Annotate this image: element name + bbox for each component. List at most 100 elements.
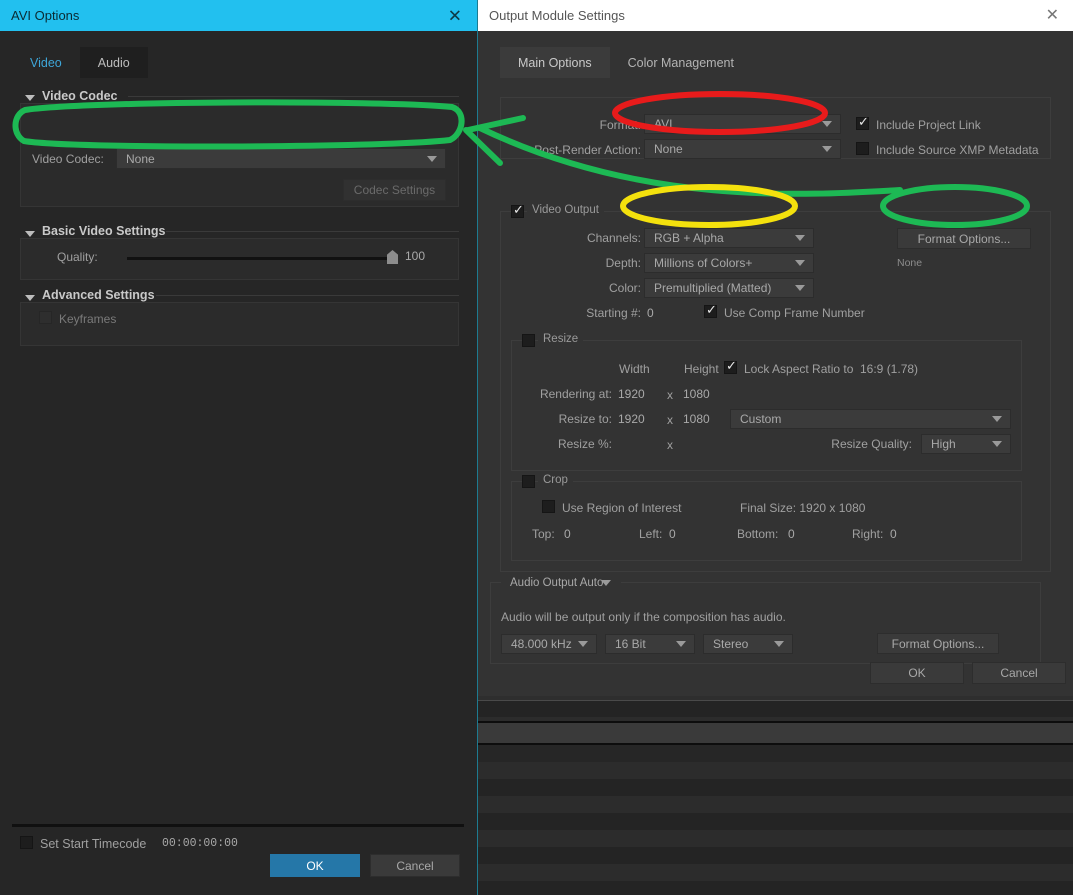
video-format-options-button[interactable]: Format Options... bbox=[897, 228, 1031, 249]
lock-aspect-ratio-checkbox[interactable] bbox=[724, 359, 737, 374]
format-dropdown[interactable]: AVI bbox=[644, 114, 841, 134]
avi-tabstrip: Video Audio bbox=[12, 47, 148, 78]
avi-title-text: AVI Options bbox=[11, 8, 80, 23]
chevron-down-icon bbox=[676, 641, 686, 647]
audio-sample-rate-dropdown[interactable]: 48.000 kHz bbox=[501, 634, 597, 654]
audio-output-mode-value: Audio Output Auto bbox=[510, 577, 604, 589]
audio-channels-value: Stereo bbox=[713, 637, 749, 651]
include-xmp-metadata-checkbox[interactable] bbox=[856, 142, 869, 155]
resize-width-header: Width bbox=[619, 362, 650, 376]
format-group: Format: AVI Post-Render Action: None Inc… bbox=[500, 97, 1051, 159]
avi-cancel-label: Cancel bbox=[396, 858, 434, 873]
crop-right-label: Right: bbox=[852, 527, 884, 541]
audio-channels-dropdown[interactable]: Stereo bbox=[703, 634, 793, 654]
crop-top-value[interactable]: 0 bbox=[564, 527, 571, 541]
video-output-checkbox[interactable] bbox=[511, 203, 524, 218]
codec-settings-button[interactable]: Codec Settings bbox=[343, 179, 446, 201]
basic-video-settings-header: Basic Video Settings bbox=[42, 224, 166, 238]
resize-quality-label: Resize Quality: bbox=[831, 437, 912, 451]
disclosure-triangle-icon[interactable] bbox=[25, 95, 35, 101]
tab-video-label: Video bbox=[30, 55, 62, 70]
rendering-width-value: 1920 bbox=[618, 387, 645, 401]
chevron-down-icon bbox=[822, 146, 832, 152]
starting-number-value[interactable]: 0 bbox=[647, 306, 654, 320]
resize-preset-dropdown[interactable]: Custom bbox=[730, 409, 1011, 429]
tab-audio[interactable]: Audio bbox=[79, 47, 148, 78]
crop-bottom-value[interactable]: 0 bbox=[788, 527, 795, 541]
chevron-down-icon bbox=[992, 441, 1002, 447]
resize-label: Resize bbox=[538, 333, 584, 345]
keyframes-label: Keyframes bbox=[59, 312, 117, 326]
use-region-of-interest-checkbox[interactable] bbox=[542, 500, 555, 513]
disclosure-triangle-icon[interactable] bbox=[25, 295, 35, 301]
section-rule bbox=[128, 96, 459, 97]
post-render-action-dropdown[interactable]: None bbox=[644, 139, 841, 159]
audio-format-options-button[interactable]: Format Options... bbox=[877, 633, 999, 654]
include-xmp-metadata-label: Include Source XMP Metadata bbox=[876, 143, 1039, 157]
lock-aspect-ratio-label: Lock Aspect Ratio to bbox=[744, 362, 854, 376]
resize-height-value[interactable]: 1080 bbox=[683, 412, 710, 426]
audio-output-mode-dropdown[interactable]: Audio Output Auto bbox=[501, 573, 621, 593]
lock-aspect-ratio-value: 16:9 (1.78) bbox=[860, 362, 919, 376]
footer-divider bbox=[12, 824, 464, 827]
set-start-timecode-checkbox[interactable] bbox=[20, 836, 33, 849]
include-project-link-checkbox[interactable] bbox=[856, 115, 869, 130]
quality-slider-track[interactable] bbox=[127, 257, 397, 260]
chevron-down-icon bbox=[795, 285, 805, 291]
video-format-options-status: None bbox=[897, 257, 923, 269]
format-label: Format: bbox=[599, 118, 641, 132]
set-start-timecode-label: Set Start Timecode bbox=[40, 837, 147, 851]
section-rule bbox=[156, 295, 459, 296]
section-rule bbox=[166, 231, 459, 232]
rendering-x-separator: x bbox=[667, 388, 673, 402]
keyframes-checkbox[interactable] bbox=[39, 311, 52, 324]
use-comp-frame-number-checkbox[interactable] bbox=[704, 303, 717, 318]
audio-bit-depth-value: 16 Bit bbox=[615, 637, 646, 651]
video-codec-section: Video Codec: None Codec Settings bbox=[20, 103, 459, 207]
start-timecode-value[interactable]: 00:00:00:00 bbox=[162, 837, 238, 850]
channels-dropdown[interactable]: RGB + Alpha bbox=[644, 228, 814, 248]
oms-tabstrip: Main Options Color Management bbox=[500, 47, 752, 78]
tab-video[interactable]: Video bbox=[12, 47, 80, 78]
avi-cancel-button[interactable]: Cancel bbox=[370, 854, 460, 877]
close-icon[interactable]: ✕ bbox=[448, 7, 462, 24]
depth-label: Depth: bbox=[605, 256, 641, 270]
crop-top-label: Top: bbox=[532, 527, 555, 541]
chevron-down-icon bbox=[992, 416, 1002, 422]
depth-dropdown[interactable]: Millions of Colors+ bbox=[644, 253, 814, 273]
chevron-down-icon bbox=[795, 260, 805, 266]
crop-left-value[interactable]: 0 bbox=[669, 527, 676, 541]
resize-width-value[interactable]: 1920 bbox=[618, 412, 645, 426]
video-codec-header: Video Codec bbox=[42, 89, 118, 103]
resize-percent-label: Resize %: bbox=[557, 437, 612, 451]
crop-right-value[interactable]: 0 bbox=[890, 527, 897, 541]
audio-bit-depth-dropdown[interactable]: 16 Bit bbox=[605, 634, 695, 654]
video-codec-dropdown[interactable]: None bbox=[116, 148, 446, 169]
use-region-of-interest-label: Use Region of Interest bbox=[562, 501, 682, 515]
resize-group: Resize Width Height Lock Aspect Ratio to… bbox=[511, 333, 1022, 471]
color-dropdown[interactable]: Premultiplied (Matted) bbox=[644, 278, 814, 298]
disclosure-triangle-icon[interactable] bbox=[25, 231, 35, 237]
quality-slider-handle[interactable] bbox=[387, 250, 398, 264]
resize-checkbox[interactable] bbox=[522, 334, 535, 347]
resize-percent-x-separator: x bbox=[667, 438, 673, 452]
resize-quality-dropdown[interactable]: High bbox=[921, 434, 1011, 454]
oms-cancel-button[interactable]: Cancel bbox=[972, 662, 1066, 684]
advanced-settings-header: Advanced Settings bbox=[42, 288, 155, 302]
avi-ok-button[interactable]: OK bbox=[270, 854, 360, 877]
close-icon[interactable]: ✕ bbox=[1046, 7, 1059, 24]
chevron-down-icon bbox=[822, 121, 832, 127]
audio-sample-rate-value: 48.000 kHz bbox=[511, 637, 572, 651]
tab-main-options[interactable]: Main Options bbox=[500, 47, 610, 78]
oms-ok-button[interactable]: OK bbox=[870, 662, 964, 684]
video-codec-value: None bbox=[126, 151, 155, 166]
crop-checkbox[interactable] bbox=[522, 475, 535, 488]
include-project-link-label: Include Project Link bbox=[876, 118, 981, 132]
color-value: Premultiplied (Matted) bbox=[654, 281, 772, 295]
tab-main-options-label: Main Options bbox=[518, 55, 592, 70]
quality-value: 100 bbox=[405, 249, 426, 263]
tab-color-management[interactable]: Color Management bbox=[610, 47, 752, 78]
output-module-settings-dialog: Output Module Settings ✕ Main Options Co… bbox=[478, 0, 1073, 696]
channels-label: Channels: bbox=[586, 231, 641, 245]
video-output-group: Video Output Channels: RGB + Alpha Depth… bbox=[500, 203, 1051, 572]
